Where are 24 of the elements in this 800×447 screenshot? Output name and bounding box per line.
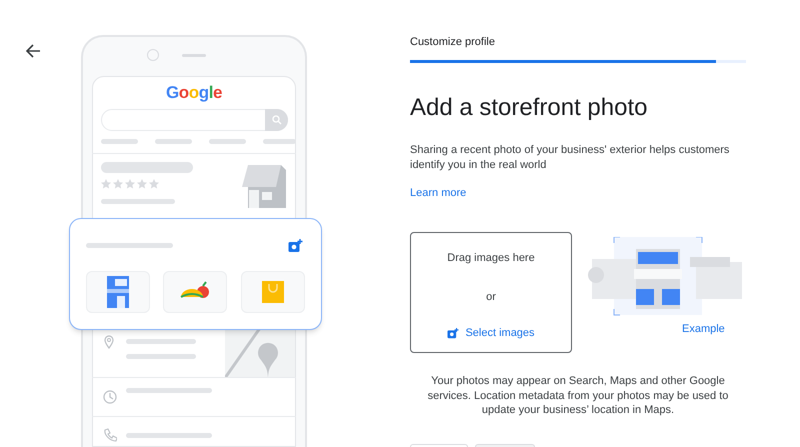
food-thumbnail bbox=[163, 271, 227, 313]
select-images-button[interactable]: Select images bbox=[447, 325, 535, 342]
logo: Google bbox=[166, 82, 222, 104]
placeholder-lines-drawing bbox=[126, 339, 196, 359]
location-pin-icon bbox=[104, 335, 114, 349]
progress-label: Customize profile bbox=[410, 35, 496, 50]
page-heading: Add a storefront photo bbox=[410, 92, 648, 122]
storefront-icon bbox=[242, 165, 286, 208]
back-arrow-icon bbox=[25, 43, 41, 59]
storefront-thumbnail bbox=[86, 271, 150, 313]
shopping-bag-thumbnail bbox=[241, 271, 305, 313]
search-icon bbox=[265, 109, 288, 131]
or-text: or bbox=[486, 290, 496, 304]
camera-drawing bbox=[147, 49, 159, 61]
phone-icon bbox=[103, 428, 117, 442]
description: Sharing a recent photo of your business' exterior helps customers identify you in the real world bbox=[410, 142, 730, 172]
drag-text: Drag images here bbox=[447, 251, 535, 266]
example-label: Example bbox=[682, 322, 725, 337]
add-photo-icon bbox=[288, 239, 303, 253]
disclaimer: Your photos may appear on Search, Maps and other Google services. Location metadata from your photos may be used to update your business’ location in Maps. bbox=[426, 374, 730, 418]
learn-more-link[interactable]: Learn more bbox=[410, 184, 466, 201]
upload-area[interactable]: Drag images here or Select images bbox=[410, 232, 572, 353]
add-photo-icon bbox=[447, 328, 460, 339]
clock-icon bbox=[103, 390, 117, 404]
